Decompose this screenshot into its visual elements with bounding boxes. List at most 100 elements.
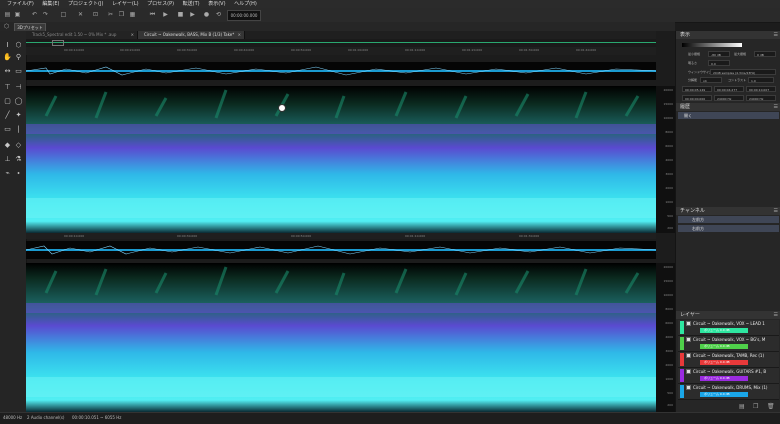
layer-name: Circuit ~ Oakenwalk, GUITARS #1, B [693,369,767,374]
resolution-label: 分解能 [688,78,698,82]
crop-icon[interactable]: ⊡ [92,11,99,18]
open-icon[interactable]: ▤ [4,11,11,18]
resolution-field[interactable]: x4 [700,77,722,83]
time-select-icon[interactable]: ⊤ [3,83,12,92]
stamp-icon[interactable]: ⊥ [3,155,12,164]
layer-volume[interactable]: ボリューム 0.0 dB [700,360,748,365]
close-icon[interactable]: × [131,31,134,39]
brush-icon[interactable]: ╱ [3,111,12,120]
overview-viewport[interactable] [52,40,64,46]
spectrogram-channel-1[interactable] [26,86,656,233]
menu-view[interactable]: 表示(V) [208,0,225,8]
visibility-icon[interactable] [686,353,691,358]
menu-edit[interactable]: 編集(E) [42,0,59,8]
select-rect-icon[interactable]: ▭ [14,67,23,76]
stop-icon[interactable]: ■ [177,11,184,18]
loop-icon[interactable]: ⟲ [215,11,222,18]
history-item[interactable]: 開く [678,112,779,119]
delete-icon[interactable]: ✕ [77,11,84,18]
layer-volume[interactable]: ボリューム 0.0 dB [700,392,748,397]
layers-panel-header[interactable]: レイヤー ☰ [676,311,780,319]
lasso-icon[interactable]: ◯ [14,97,23,106]
new-icon[interactable]: □ [60,11,67,18]
paint-icon[interactable]: ⌁ [3,169,12,178]
tab-document-1[interactable]: Track5_Spectral edit 1.50 ~ 0% Mix * .au… [26,31,138,39]
layer-row[interactable]: Circuit ~ Oakenwalk, GUITARS #1, B ボリューム… [678,368,779,384]
menu-project[interactable]: プロジェクト(J) [68,0,103,8]
delete-layer-icon[interactable]: 🗑 [767,403,775,410]
menu-file[interactable]: ファイル(F) [7,0,34,8]
channel-item-left[interactable]: 左前方 [678,216,779,223]
panel-menu-icon[interactable]: ☰ [774,103,778,111]
brightness-field[interactable]: 0.0 [708,60,730,66]
ruler-label: 00:00:50.000 [291,48,312,52]
layer-row[interactable]: Circuit ~ Oakenwalk, DRUMS, Mix (1) ボリュー… [678,384,779,400]
paste-icon[interactable]: ▦ [129,11,136,18]
eraser2-icon[interactable]: ◇ [14,141,23,150]
layer-volume[interactable]: ボリューム 0.0 dB [700,376,748,381]
panel-menu-icon[interactable]: ☰ [774,31,778,39]
panel-menu-icon[interactable]: ☰ [774,311,778,319]
menu-process[interactable]: プロセス(P) [147,0,174,8]
cursor-tool-icon[interactable]: I [3,41,12,50]
freq-label: 10000 [663,116,673,120]
window-size-select[interactable]: 2048 samples (4.3ms/23Hz) [710,69,776,75]
layer-row[interactable]: Circuit ~ Oakenwalk, TAMB, Rec (1) ボリューム… [678,352,779,368]
min-amp-field[interactable]: -80 dB [708,51,730,57]
dropper-icon[interactable]: ⚗ [14,155,23,164]
channel-2-ruler[interactable]: 00:00:10.000 00:00:30.000 00:00:50.000 0… [26,233,656,239]
time-display: 00:00:00.000 [227,10,261,21]
rewind-icon[interactable]: ⏮ [149,11,156,18]
fill-icon[interactable]: ⬩ [14,169,23,178]
waveform-channel-2[interactable] [26,241,656,259]
layer-row[interactable]: Circuit ~ Oakenwalk, VOX ~ LEAD 1 ボリューム … [678,320,779,336]
record-icon[interactable]: ● [203,11,210,18]
layer-row[interactable]: Circuit ~ Oakenwalk, VOX ~ BG's, M ボリューム… [678,336,779,352]
duplicate-layer-icon[interactable]: ❐ [753,403,760,410]
window-size-label: ウィンドウサイズ [688,70,712,74]
cube-icon[interactable]: ⬡ [3,23,10,30]
visibility-icon[interactable] [686,369,691,374]
play-selection-icon[interactable]: ▶ [189,11,196,18]
time-stretch-icon[interactable]: ↔ [3,67,12,76]
ruler-label: 00:00:30.000 [177,234,198,238]
channels-panel-header[interactable]: チャンネル ☰ [676,207,780,215]
time-ruler[interactable]: 00:00:10.000 00:00:20.000 00:00:30.000 0… [26,47,656,55]
copy-icon[interactable]: ❐ [118,11,125,18]
close-icon[interactable]: × [238,31,241,39]
menu-layer[interactable]: レイヤー(L) [112,0,139,8]
visibility-icon[interactable] [686,321,691,326]
tab-document-2[interactable]: Circuit ~ Oakenwalk, BASS, Mix B (1/3) T… [138,31,245,39]
contrast-field[interactable]: 1.0 [748,77,774,83]
channel-item-right[interactable]: 右前方 [678,225,779,232]
marquee-icon[interactable]: ▭ [3,125,12,134]
redo-icon[interactable]: ↷ [42,11,49,18]
menu-help[interactable]: ヘルプ(H) [234,0,257,8]
magic-wand-icon[interactable]: ✦ [14,111,23,120]
zoom-tool-icon[interactable]: ⚲ [14,53,23,62]
panel-menu-icon[interactable]: ☰ [774,207,778,215]
ruler-label: 00:01:10.000 [405,234,426,238]
hand-tool-icon[interactable]: ✋ [3,53,12,62]
rect-select-icon[interactable]: ▢ [3,97,12,106]
visibility-icon[interactable] [686,337,691,342]
freq-select-icon[interactable]: ⊣ [14,83,23,92]
pen-icon[interactable]: | [14,125,23,134]
menu-transport[interactable]: 転送(T) [183,0,200,8]
eraser-icon[interactable]: ◆ [3,141,12,150]
frequency-scale-1: 20000 15000 10000 8000 6000 4000 3000 20… [656,86,675,233]
layer-volume[interactable]: ボリューム 0.0 dB [700,328,748,333]
spectrogram-channel-2[interactable] [26,263,656,412]
display-panel-header[interactable]: 表示 ☰ [676,31,780,39]
cut-icon[interactable]: ✂ [107,11,114,18]
3d-view-icon[interactable]: ⬡ [14,41,23,50]
new-layer-icon[interactable]: ▤ [739,403,746,410]
history-panel-header[interactable]: 履歴 ☰ [676,103,780,111]
play-icon[interactable]: ▶ [162,11,169,18]
layer-volume[interactable]: ボリューム 0.0 dB [700,344,748,349]
visibility-icon[interactable] [686,385,691,390]
save-icon[interactable]: ▣ [14,11,21,18]
undo-icon[interactable]: ↶ [31,11,38,18]
waveform-channel-1[interactable] [26,62,656,80]
max-amp-field[interactable]: 0 dB [754,51,776,57]
